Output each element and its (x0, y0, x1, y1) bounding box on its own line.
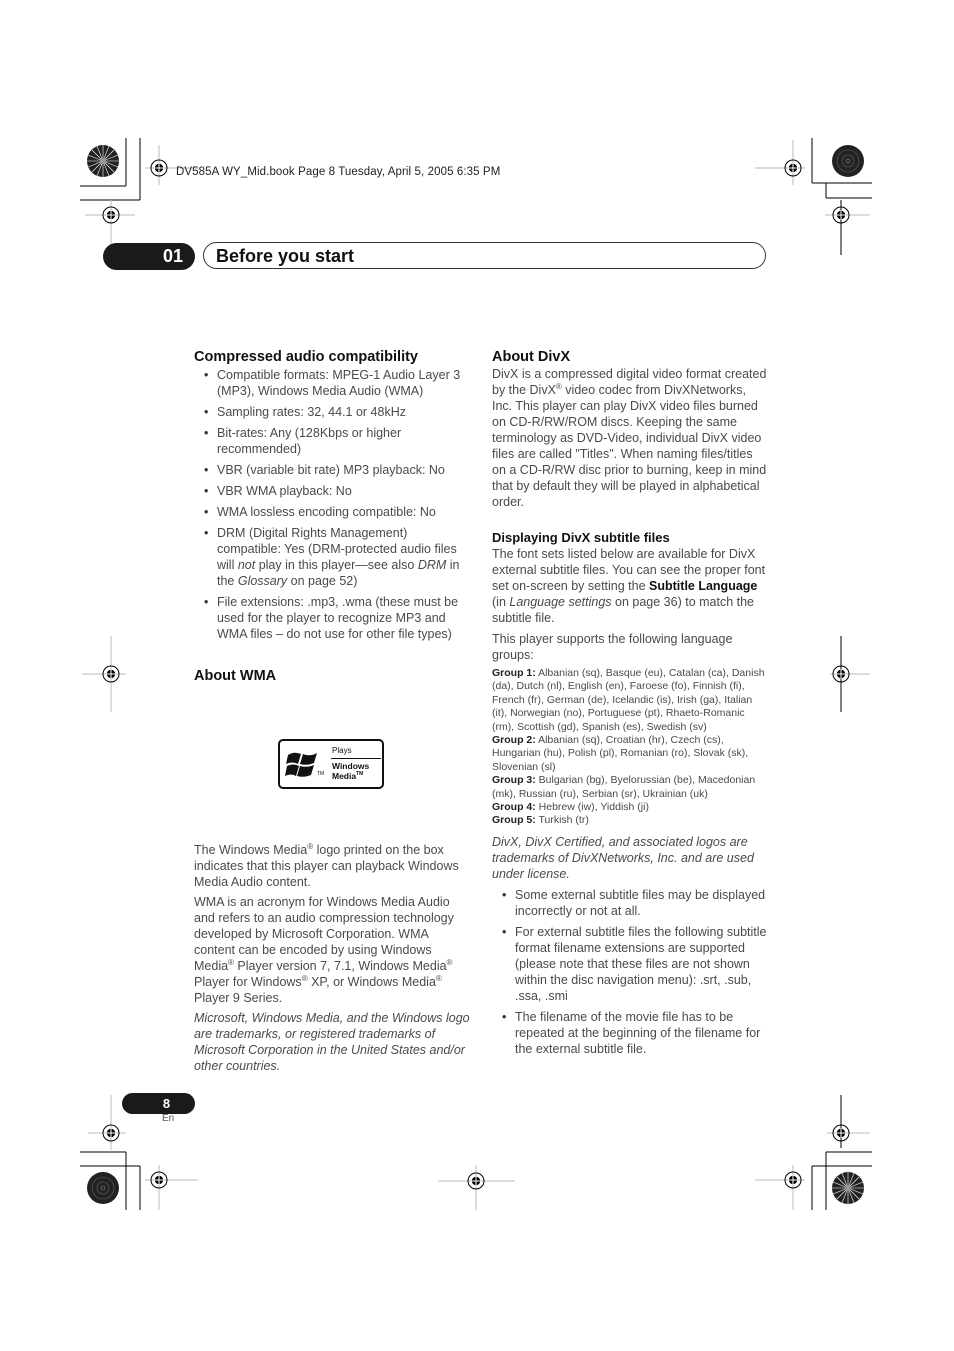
language-group: Group 1: Albanian (sq), Basque (eu), Cat… (492, 667, 765, 733)
compat-list: Compatible formats: MPEG-1 Audio Layer 3… (194, 367, 470, 642)
list-item: VBR (variable bit rate) MP3 playback: No (194, 462, 470, 478)
language-group: Group 2: Albanian (sq), Croatian (hr), C… (492, 734, 749, 773)
list-item: The filename of the movie file has to be… (492, 1009, 768, 1057)
wma-paragraph-2: WMA is an acronym for Windows Media Audi… (194, 895, 454, 1005)
chapter-number: 01 (103, 243, 195, 270)
language-group: Group 4: Hebrew (iw), Yiddish (ji) (492, 801, 649, 814)
list-item: Compatible formats: MPEG-1 Audio Layer 3… (194, 367, 470, 399)
crop-mark-top-right (811, 138, 872, 199)
subtitle-paragraph-2: This player supports the following langu… (492, 632, 733, 662)
page-number: 8 (122, 1093, 195, 1114)
right-column: About DivX DivX is a compressed digital … (492, 348, 768, 1062)
list-item: Some external subtitle files may be disp… (492, 887, 768, 919)
language-group: Group 5: Turkish (tr) (492, 814, 589, 827)
color-bar-starburst-icon (86, 144, 120, 178)
printer-marks (80, 138, 872, 1210)
compat-heading: Compressed audio compatibility (194, 349, 418, 365)
left-column: Compressed audio compatibility Compatibl… (194, 348, 470, 1074)
print-header: DV585A WY_Mid.book Page 8 Tuesday, April… (176, 166, 501, 178)
list-item: Bit-rates: Any (128Kbps or higher recomm… (194, 425, 470, 457)
trademark-symbol: TM (317, 771, 325, 777)
color-bar-starburst-icon (86, 1171, 120, 1205)
list-item: For external subtitle files the followin… (492, 924, 768, 1004)
list-item: File extensions: .mp3, .wma (these must … (194, 594, 470, 642)
divx-paragraph: DivX is a compressed digital video forma… (492, 367, 767, 509)
wma-trademark-notice: Microsoft, Windows Media, and the Window… (194, 1011, 470, 1073)
color-bar-starburst-icon (831, 1171, 865, 1205)
logo-media-text: MediaTM (332, 771, 364, 781)
subtitle-notes-list: Some external subtitle files may be disp… (492, 887, 768, 1057)
subtitle-heading: Displaying DivX subtitle files (492, 530, 670, 545)
divx-trademark-notice: DivX, DivX Certified, and associated log… (492, 834, 754, 881)
list-item: VBR WMA playback: No (194, 483, 470, 499)
language-groups: Group 1: Albanian (sq), Basque (eu), Cat… (492, 667, 768, 828)
crop-mark-bottom-right (811, 1151, 872, 1210)
language-group: Group 3: Bulgarian (bg), Byelorussian (b… (492, 774, 756, 800)
divx-heading: About DivX (492, 349, 571, 365)
logo-plays-text: Plays (332, 746, 352, 755)
chapter-title: Before you start (216, 246, 355, 266)
logo-windows-text: Windows (332, 761, 370, 771)
crop-mark-bottom-left (80, 1151, 141, 1210)
subtitle-paragraph-1: The font sets listed below are available… (492, 547, 766, 625)
list-item: WMA lossless encoding compatible: No (194, 504, 470, 520)
list-item: Sampling rates: 32, 44.1 or 48kHz (194, 404, 470, 420)
color-bar-starburst-icon (831, 144, 865, 178)
crop-mark-top-left (80, 138, 141, 201)
wma-paragraph-1: The Windows Media® logo printed on the b… (194, 841, 459, 889)
plays-windows-media-logo: TM Plays Windows MediaTM (278, 739, 384, 789)
logo-divider (331, 758, 381, 759)
list-item-drm: DRM (Digital Rights Management) compatib… (194, 525, 470, 589)
page-language: En (162, 1113, 175, 1124)
wma-heading: About WMA (194, 668, 277, 684)
